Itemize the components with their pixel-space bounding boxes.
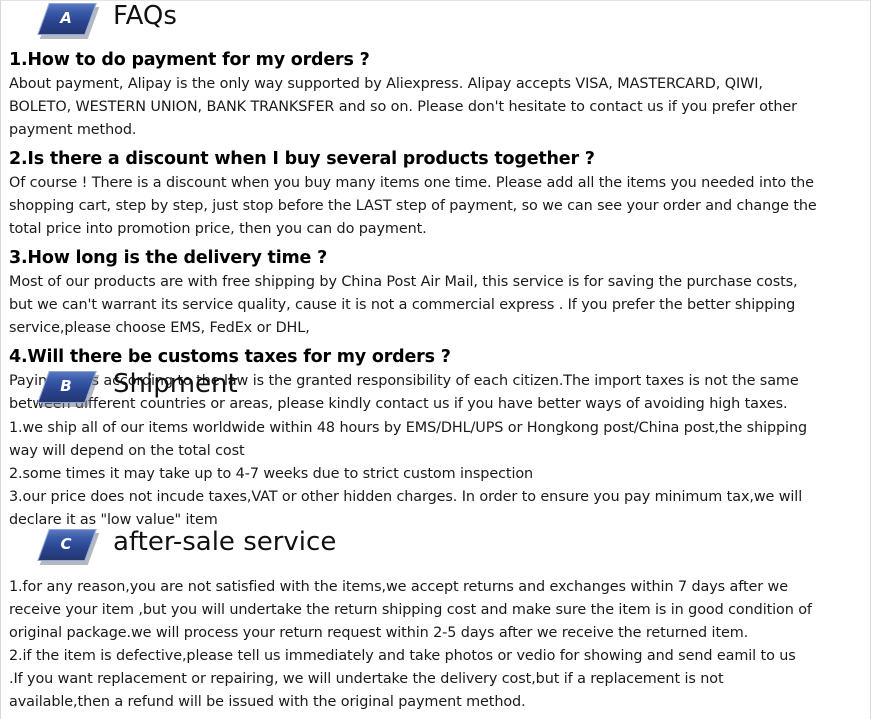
faq-question: 4.Will there be customs taxes for my ord… (9, 347, 451, 367)
faq-list: 1.How to do payment for my orders ? Abou… (1, 49, 871, 422)
section-title-faqs: FAQs (113, 1, 177, 31)
faq-answer: Most of our products are with free shipp… (9, 274, 798, 336)
section-badge-b: B (37, 371, 101, 407)
section-badge-a: A (37, 3, 101, 39)
list-item: 2.if the item is defective,please tell u… (9, 648, 796, 710)
shipment-list: 1.we ship all of our items worldwide wit… (1, 417, 871, 532)
faq-page: A FAQs 1.How to do payment for my orders… (0, 0, 871, 719)
faq-item: 2.Is there a discount when I buy several… (1, 148, 871, 241)
badge-letter-a: A (60, 9, 72, 27)
faq-item: 3.How long is the delivery time ? Most o… (1, 247, 871, 340)
list-item: 1.for any reason,you are not satisfied w… (9, 579, 812, 641)
faq-answer: Of course ! There is a discount when you… (9, 175, 817, 237)
list-item: 1.we ship all of our items worldwide wit… (9, 420, 808, 459)
section-badge-c: C (37, 529, 101, 565)
after-sale-list: 1.for any reason,you are not satisfied w… (1, 576, 871, 714)
faq-question: 1.How to do payment for my orders ? (9, 50, 370, 70)
faq-question: 2.Is there a discount when I buy several… (9, 149, 595, 169)
badge-letter-c: C (60, 535, 72, 553)
faq-question: 3.How long is the delivery time ? (9, 248, 328, 268)
list-item: 3.our price does not incude taxes,VAT or… (9, 489, 803, 528)
faq-item: 1.How to do payment for my orders ? Abou… (1, 49, 871, 142)
section-title-after-sale: after-sale service (113, 527, 337, 557)
badge-letter-b: B (60, 377, 72, 395)
faq-answer: About payment, Alipay is the only way su… (9, 76, 797, 138)
list-item: 2.some times it may take up to 4-7 weeks… (9, 466, 534, 482)
section-title-shipment: Shipment (113, 369, 238, 399)
